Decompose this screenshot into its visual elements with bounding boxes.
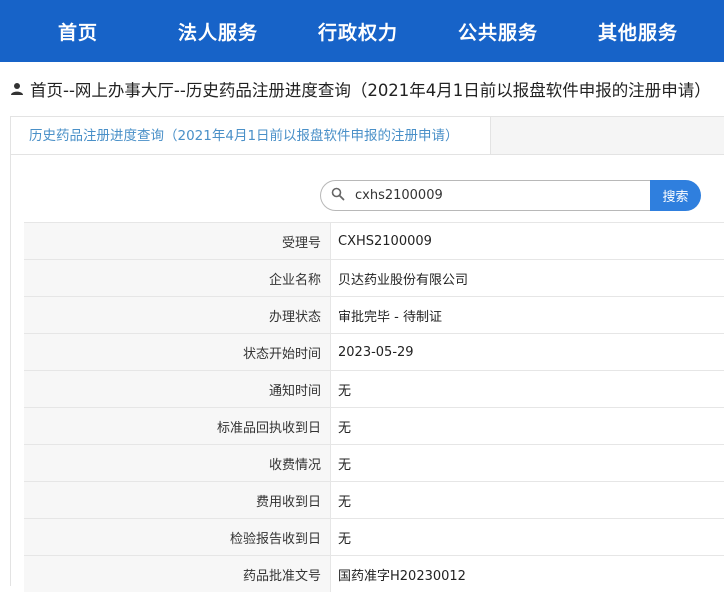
row-value: 无 — [331, 408, 724, 445]
row-value: 审批完毕 - 待制证 — [331, 297, 724, 334]
row-value: 无 — [331, 482, 724, 519]
row-label: 检验报告收到日 — [24, 519, 331, 556]
table-row: 药品批准文号国药准字H20230012 — [24, 556, 724, 592]
row-label: 通知时间 — [24, 371, 331, 408]
search-icon — [331, 186, 345, 205]
nav-item-home[interactable]: 首页 — [8, 18, 148, 45]
row-label: 受理号 — [24, 223, 331, 260]
top-navigation: 首页 法人服务 行政权力 公共服务 其他服务 — [0, 0, 724, 62]
row-label: 收费情况 — [24, 445, 331, 482]
nav-item-other-services[interactable]: 其他服务 — [568, 18, 708, 45]
table-row: 受理号CXHS2100009 — [24, 223, 724, 260]
row-label: 办理状态 — [24, 297, 331, 334]
table-row: 办理状态审批完毕 - 待制证 — [24, 297, 724, 334]
table-row: 状态开始时间2023-05-29 — [24, 334, 724, 371]
nav-item-legal-services[interactable]: 法人服务 — [148, 18, 288, 45]
table-row: 费用收到日无 — [24, 482, 724, 519]
breadcrumb-text[interactable]: 首页--网上办事大厅--历史药品注册进度查询（2021年4月1日前以报盘软件申报… — [30, 77, 711, 101]
row-label: 状态开始时间 — [24, 334, 331, 371]
row-value: 贝达药业股份有限公司 — [331, 260, 724, 297]
row-value: 无 — [331, 445, 724, 482]
table-row: 收费情况无 — [24, 445, 724, 482]
result-table: 受理号CXHS2100009企业名称贝达药业股份有限公司办理状态审批完毕 - 待… — [24, 222, 724, 592]
table-row: 通知时间无 — [24, 371, 724, 408]
row-value: CXHS2100009 — [331, 223, 724, 260]
nav-item-administrative-power[interactable]: 行政权力 — [288, 18, 428, 45]
query-panel: 历史药品注册进度查询（2021年4月1日前以报盘软件申报的注册申请） 搜索 受理… — [10, 116, 724, 586]
tab-history-registration-query[interactable]: 历史药品注册进度查询（2021年4月1日前以报盘软件申报的注册申请） — [10, 116, 491, 154]
search-button[interactable]: 搜索 — [650, 180, 701, 211]
row-label: 药品批准文号 — [24, 556, 331, 592]
search-input[interactable] — [353, 187, 637, 204]
row-value: 2023-05-29 — [331, 334, 724, 371]
row-value: 无 — [331, 371, 724, 408]
row-label: 企业名称 — [24, 260, 331, 297]
search-box — [320, 180, 650, 211]
user-icon — [10, 82, 24, 96]
table-row: 检验报告收到日无 — [24, 519, 724, 556]
search-row: 搜索 — [320, 180, 701, 211]
row-label: 费用收到日 — [24, 482, 331, 519]
nav-item-public-services[interactable]: 公共服务 — [428, 18, 568, 45]
breadcrumb: 首页--网上办事大厅--历史药品注册进度查询（2021年4月1日前以报盘软件申报… — [0, 62, 724, 116]
row-label: 标准品回执收到日 — [24, 408, 331, 445]
tab-bar: 历史药品注册进度查询（2021年4月1日前以报盘软件申报的注册申请） — [11, 117, 724, 155]
row-value: 无 — [331, 519, 724, 556]
table-row: 标准品回执收到日无 — [24, 408, 724, 445]
row-value: 国药准字H20230012 — [331, 556, 724, 592]
table-row: 企业名称贝达药业股份有限公司 — [24, 260, 724, 297]
